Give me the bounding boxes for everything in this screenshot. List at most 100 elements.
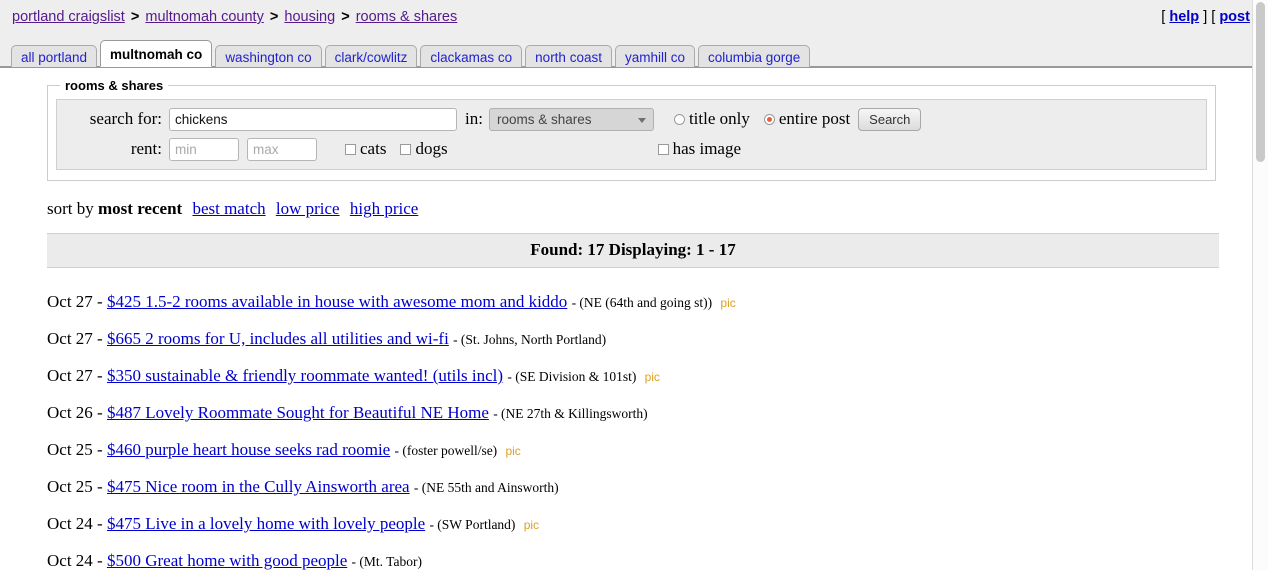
page-header: portland craigslist > multnomah county >… [0, 0, 1268, 68]
listing-date-separator: - [97, 329, 103, 348]
listing-pic-tag: pic [505, 444, 521, 458]
listing-date: Oct 24 [47, 551, 93, 570]
listing-date-separator: - [97, 477, 103, 496]
search-inner-panel: search for: in: rooms & shares title onl… [56, 99, 1207, 170]
list-item: Oct 25 - $475 Nice room in the Cully Ain… [47, 469, 1268, 506]
tab-clackamas-co[interactable]: clackamas co [420, 45, 523, 67]
cats-label: cats [360, 139, 387, 158]
chevron-down-icon [637, 117, 646, 123]
radio-entire-post[interactable] [763, 113, 775, 125]
breadcrumb-link-2[interactable]: housing [284, 9, 335, 25]
rent-min-input[interactable] [169, 137, 239, 161]
sort-high-price[interactable]: high price [350, 199, 418, 218]
listing-title-link[interactable]: $350 sustainable & friendly roommate wan… [107, 366, 503, 385]
listing-title-link[interactable]: $475 Nice room in the Cully Ainsworth ar… [107, 477, 410, 496]
listing-date-separator: - [97, 292, 103, 311]
search-section: rooms & shares search for: in: rooms & s… [47, 78, 1216, 181]
list-item: Oct 24 - $500 Great home with good peopl… [47, 543, 1268, 580]
listing-date: Oct 27 [47, 292, 93, 311]
breadcrumb-separator: > [269, 9, 279, 25]
cats-filter[interactable]: cats [345, 139, 400, 159]
list-item: Oct 25 - $460 purple heart house seeks r… [47, 432, 1268, 469]
sort-current: most recent [98, 199, 183, 218]
region-tabs: all portland multnomah co washington co … [11, 40, 811, 67]
list-item: Oct 26 - $487 Lovely Roommate Sought for… [47, 395, 1268, 432]
search-button[interactable]: Search [858, 107, 922, 131]
listing-pic-tag: pic [720, 296, 736, 310]
listing-location: - (SW Portland) [429, 517, 516, 532]
tab-yamhill-co[interactable]: yamhill co [614, 45, 695, 67]
tab-columbia-gorge[interactable]: columbia gorge [698, 45, 811, 67]
sort-bar: sort by most recent best match low price… [47, 199, 1268, 219]
dogs-checkbox[interactable] [400, 143, 412, 155]
radio-entire-post-label: entire post [778, 109, 851, 128]
search-scope-group: title only entire post [673, 109, 858, 129]
listing-date: Oct 27 [47, 329, 93, 348]
has-image-label: has image [672, 139, 742, 158]
listing-title-link[interactable]: $475 Live in a lovely home with lovely p… [107, 514, 425, 533]
listing-location: - (Mt. Tabor) [351, 554, 422, 569]
listing-date-separator: - [97, 403, 103, 422]
search-fieldset: rooms & shares search for: in: rooms & s… [47, 78, 1216, 181]
listing-location: - (foster powell/se) [394, 443, 498, 458]
in-label: in: [465, 109, 483, 128]
listing-location: - (NE 27th & Killingsworth) [493, 406, 648, 421]
category-select-value: rooms & shares [496, 111, 592, 127]
results-summary: Found: 17 Displaying: 1 - 17 [47, 233, 1219, 268]
search-row-secondary: rent: cats dogs has image [65, 136, 1198, 162]
tab-north-coast[interactable]: north coast [525, 45, 612, 67]
list-item: Oct 24 - $475 Live in a lovely home with… [47, 506, 1268, 543]
bracket-close: ] [1203, 9, 1208, 25]
listing-location: - (NE (64th and going st)) [571, 295, 713, 310]
listing-location: - (SE Division & 101st) [507, 369, 637, 384]
bracket-open: [ [1211, 9, 1216, 25]
breadcrumb-link-3[interactable]: rooms & shares [356, 9, 458, 25]
listing-location: - (St. Johns, North Portland) [453, 332, 607, 347]
listing-pic-tag: pic [644, 370, 660, 384]
scrollbar-thumb[interactable] [1256, 2, 1265, 162]
listing-pic-tag: pic [523, 518, 540, 532]
breadcrumb-link-0[interactable]: portland craigslist [12, 9, 125, 25]
pets-filters: cats dogs [345, 139, 462, 159]
tab-clark-cowlitz[interactable]: clark/cowlitz [324, 45, 418, 67]
breadcrumb: portland craigslist > multnomah county >… [12, 9, 457, 25]
tab-multnomah-co[interactable]: multnomah co [100, 40, 213, 67]
listing-title-link[interactable]: $425 1.5-2 rooms available in house with… [107, 292, 567, 311]
tab-washington-co[interactable]: washington co [215, 45, 322, 67]
bracket-open: [ [1161, 9, 1166, 25]
breadcrumb-link-1[interactable]: multnomah county [145, 9, 263, 25]
radio-title-only-label: title only [688, 109, 750, 128]
tab-all-portland[interactable]: all portland [11, 45, 98, 67]
sort-prefix: sort by [47, 199, 94, 218]
rent-max-input[interactable] [247, 137, 317, 161]
listing-date-separator: - [97, 440, 103, 459]
sort-low-price[interactable]: low price [276, 199, 340, 218]
dogs-filter[interactable]: dogs [400, 139, 461, 159]
breadcrumb-separator: > [341, 9, 350, 25]
post-link[interactable]: post [1219, 9, 1250, 25]
list-item: Oct 27 - $425 1.5-2 rooms available in h… [47, 284, 1268, 321]
results-list: Oct 27 - $425 1.5-2 rooms available in h… [47, 284, 1268, 580]
listing-title-link[interactable]: $487 Lovely Roommate Sought for Beautifu… [107, 403, 489, 422]
cats-checkbox[interactable] [345, 143, 356, 155]
listing-date: Oct 26 [47, 403, 93, 422]
listing-title-link[interactable]: $665 2 rooms for U, includes all utiliti… [107, 329, 449, 348]
help-link[interactable]: help [1169, 9, 1199, 25]
search-for-label: search for: [89, 109, 162, 128]
has-image-checkbox[interactable] [657, 143, 669, 155]
listing-title-link[interactable]: $500 Great home with good people [107, 551, 347, 570]
rent-label: rent: [130, 139, 162, 158]
dogs-label: dogs [415, 139, 448, 158]
search-legend: rooms & shares [65, 78, 164, 93]
listing-date: Oct 27 [47, 366, 93, 385]
listing-date-separator: - [97, 366, 103, 385]
sort-best-match[interactable]: best match [192, 199, 265, 218]
has-image-filter[interactable]: has image [657, 139, 755, 159]
search-input[interactable] [169, 107, 457, 131]
listing-date-separator: - [97, 551, 103, 570]
category-select[interactable]: rooms & shares [488, 107, 654, 131]
radio-title-only[interactable] [673, 113, 685, 125]
breadcrumb-separator: > [130, 9, 140, 25]
page-scrollbar[interactable] [1252, 0, 1268, 570]
listing-title-link[interactable]: $460 purple heart house seeks rad roomie [107, 440, 390, 459]
